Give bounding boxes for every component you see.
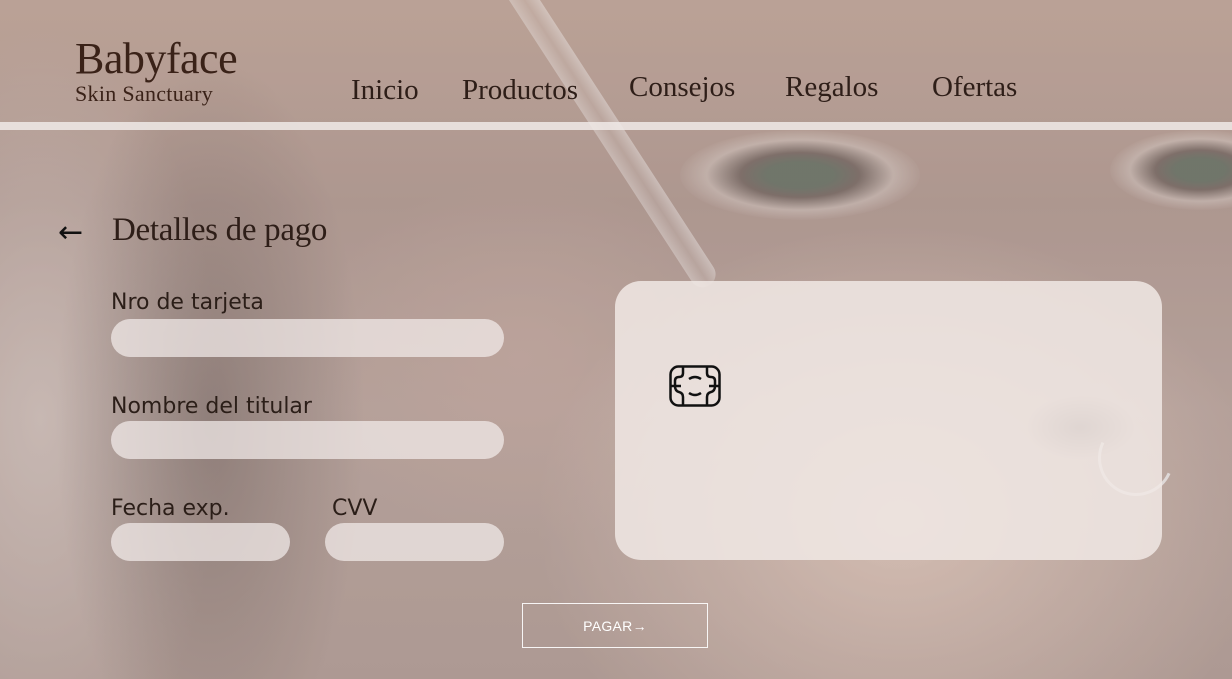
- expiry-input[interactable]: [111, 523, 290, 561]
- cvv-input[interactable]: [325, 523, 504, 561]
- main-nav: Inicio Productos Consejos Regalos Oferta…: [0, 70, 1232, 110]
- holder-name-input[interactable]: [111, 421, 504, 459]
- back-arrow-icon[interactable]: ←: [58, 218, 83, 248]
- nav-item-inicio[interactable]: Inicio: [351, 74, 419, 107]
- card-number-input[interactable]: [111, 319, 504, 357]
- pay-button[interactable]: PAGAR→: [522, 603, 708, 648]
- card-chip-icon: [669, 365, 721, 407]
- nav-item-ofertas[interactable]: Ofertas: [932, 71, 1017, 104]
- nav-item-productos[interactable]: Productos: [462, 74, 578, 107]
- card-preview: [615, 281, 1162, 560]
- header-divider: [0, 122, 1232, 130]
- nav-item-consejos[interactable]: Consejos: [629, 71, 735, 104]
- page-title: Detalles de pago: [112, 212, 328, 248]
- site-header: Babyface Skin Sanctuary Inicio Productos…: [0, 0, 1232, 122]
- cvv-label: CVV: [332, 496, 378, 521]
- nav-item-regalos[interactable]: Regalos: [785, 71, 878, 104]
- expiry-label: Fecha exp.: [111, 496, 230, 521]
- holder-name-label: Nombre del titular: [111, 394, 312, 419]
- card-number-label: Nro de tarjeta: [111, 290, 264, 315]
